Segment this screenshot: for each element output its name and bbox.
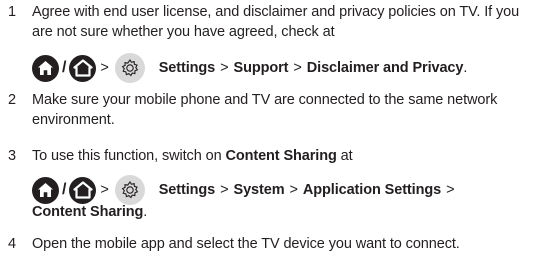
- path-separator: >: [293, 60, 302, 76]
- menu-support: Support: [233, 60, 289, 76]
- gear-icon: [114, 53, 145, 83]
- period: .: [143, 204, 148, 220]
- menu-path-1: / > Settings > Support > Disclaimer and …: [32, 53, 529, 83]
- home-icon: [69, 54, 97, 82]
- path-separator: >: [220, 60, 229, 76]
- step-text-part: To use this function, switch on: [32, 148, 226, 164]
- step-number: 1: [8, 4, 16, 20]
- path-separator: >: [446, 182, 455, 198]
- menu-disclaimer-and-privacy: Disclaimer and Privacy: [306, 60, 464, 76]
- step-number: 2: [8, 92, 16, 108]
- step-number: 3: [8, 148, 16, 164]
- step-text: To use this function, switch on Content …: [32, 146, 525, 166]
- path-separator: >: [220, 182, 229, 198]
- menu-settings: Settings: [158, 182, 216, 198]
- period: .: [463, 60, 468, 76]
- home-icon: [69, 176, 97, 204]
- instruction-document: 1 Agree with end user license, and discl…: [0, 0, 533, 274]
- home-icon: [32, 176, 59, 204]
- content-sharing-label: Content Sharing: [225, 148, 337, 164]
- arrow-separator: >: [100, 182, 109, 198]
- step-text-part: at: [336, 148, 353, 164]
- menu-content-sharing: Content Sharing: [32, 204, 144, 220]
- home-icon: [32, 54, 59, 82]
- menu-settings: Settings: [158, 60, 216, 76]
- slash-separator: /: [62, 181, 67, 198]
- step-text: Open the mobile app and select the TV de…: [32, 236, 460, 252]
- step-text: Make sure your mobile phone and TV are c…: [32, 92, 498, 128]
- menu-application-settings: Application Settings: [302, 182, 442, 198]
- gear-icon: [114, 175, 145, 205]
- menu-system: System: [233, 182, 285, 198]
- menu-path-3: / > Settings > System > Application Sett…: [32, 175, 529, 205]
- step-number: 4: [8, 236, 16, 252]
- step-text: Agree with end user license, and disclai…: [32, 4, 520, 40]
- path-separator: >: [289, 182, 298, 198]
- menu-path-3-continuation: Content Sharing.: [32, 202, 529, 222]
- slash-separator: /: [62, 59, 67, 76]
- arrow-separator: >: [100, 60, 109, 76]
